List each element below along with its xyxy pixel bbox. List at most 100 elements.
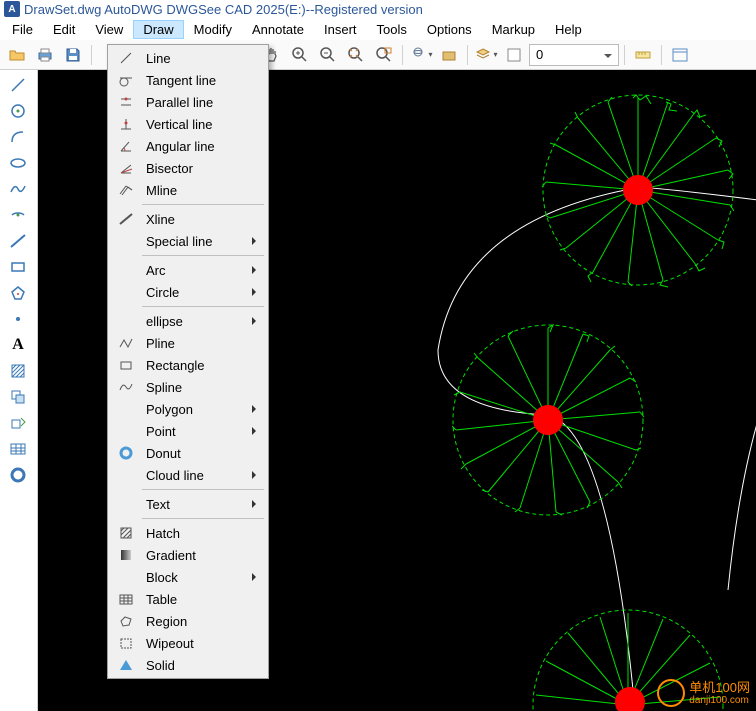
menu-item-label: Point <box>114 424 246 439</box>
zoom-out-button[interactable] <box>315 42 341 68</box>
table-tool[interactable] <box>0 436 36 462</box>
save-button[interactable] <box>60 42 86 68</box>
ellipse-tool[interactable] <box>0 150 36 176</box>
menu-item-polygon[interactable]: Polygon <box>110 398 266 420</box>
xline-tool[interactable] <box>0 228 36 254</box>
text-tool[interactable]: A <box>0 332 36 358</box>
submenu-arrow-icon <box>252 237 260 245</box>
menu-item-gradient[interactable]: Gradient <box>110 544 266 566</box>
measure-button[interactable] <box>630 42 656 68</box>
menu-view[interactable]: View <box>85 20 133 39</box>
menu-item-table[interactable]: Table <box>110 588 266 610</box>
menu-item-label: Cloud line <box>114 468 246 483</box>
menu-item-parallel-line[interactable]: Parallel line <box>110 91 266 113</box>
circle-tool[interactable] <box>0 98 36 124</box>
menu-item-label: Text <box>114 497 246 512</box>
menu-item-label: Vertical line <box>138 117 246 132</box>
menu-insert[interactable]: Insert <box>314 20 367 39</box>
view-button[interactable] <box>436 42 462 68</box>
menu-annotate[interactable]: Annotate <box>242 20 314 39</box>
menu-item-wipeout[interactable]: Wipeout <box>110 632 266 654</box>
menu-draw[interactable]: Draw <box>133 20 183 39</box>
submenu-arrow-icon <box>252 427 260 435</box>
menu-item-angular-line[interactable]: Angular line <box>110 135 266 157</box>
menu-item-block[interactable]: Block <box>110 566 266 588</box>
open-button[interactable] <box>4 42 30 68</box>
menu-item-mline[interactable]: Mline <box>110 179 266 201</box>
insert-block-tool[interactable] <box>0 410 36 436</box>
menu-item-text[interactable]: Text <box>110 493 266 515</box>
spline-tool[interactable] <box>0 176 36 202</box>
menu-item-label: Circle <box>114 285 246 300</box>
zoom-in-button[interactable] <box>287 42 313 68</box>
arc-tool[interactable] <box>0 124 36 150</box>
layer-combo[interactable]: 0 <box>529 44 619 66</box>
menu-item-special-line[interactable]: Special line <box>110 230 266 252</box>
submenu-arrow-icon <box>252 471 260 479</box>
hatch-tool[interactable] <box>0 358 36 384</box>
rect-icon <box>114 355 138 375</box>
menu-edit[interactable]: Edit <box>43 20 85 39</box>
menu-item-region[interactable]: Region <box>110 610 266 632</box>
color-button[interactable] <box>501 42 527 68</box>
line-tool[interactable] <box>0 72 36 98</box>
menu-item-solid[interactable]: Solid <box>110 654 266 676</box>
ellipse-arc-tool[interactable] <box>0 202 36 228</box>
wipeout-icon <box>114 633 138 653</box>
menu-item-label: Donut <box>138 446 246 461</box>
menu-item-label: Special line <box>114 234 246 249</box>
polygon-tool[interactable] <box>0 280 36 306</box>
point-tool[interactable] <box>0 306 36 332</box>
separator <box>91 45 92 65</box>
menu-item-rectangle[interactable]: Rectangle <box>110 354 266 376</box>
print-button[interactable] <box>32 42 58 68</box>
menu-separator <box>142 204 264 205</box>
menu-item-label: Polygon <box>114 402 246 417</box>
app-icon: A <box>4 1 20 17</box>
menu-item-line[interactable]: Line <box>110 47 266 69</box>
line-icon <box>114 48 138 68</box>
menu-item-circle[interactable]: Circle <box>110 281 266 303</box>
menu-modify[interactable]: Modify <box>184 20 242 39</box>
menu-item-vertical-line[interactable]: Vertical line <box>110 113 266 135</box>
menu-item-hatch[interactable]: Hatch <box>110 522 266 544</box>
menu-item-label: Mline <box>138 183 246 198</box>
menu-item-xline[interactable]: Xline <box>110 208 266 230</box>
menu-help[interactable]: Help <box>545 20 592 39</box>
menu-item-bisector[interactable]: Bisector <box>110 157 266 179</box>
menu-item-spline[interactable]: Spline <box>110 376 266 398</box>
menu-item-donut[interactable]: Donut <box>110 442 266 464</box>
menu-markup[interactable]: Markup <box>482 20 545 39</box>
zoom-window-button[interactable] <box>371 42 397 68</box>
menu-item-point[interactable]: Point <box>110 420 266 442</box>
menu-item-pline[interactable]: Pline <box>110 332 266 354</box>
tangent-icon <box>114 70 138 90</box>
submenu-arrow-icon <box>252 317 260 325</box>
menu-item-cloud-line[interactable]: Cloud line <box>110 464 266 486</box>
hatch-icon <box>114 523 138 543</box>
donut-tool[interactable] <box>0 462 36 488</box>
menu-item-label: Hatch <box>138 526 246 541</box>
submenu-arrow-icon <box>252 288 260 296</box>
menu-item-tangent-line[interactable]: Tangent line <box>110 69 266 91</box>
pline-icon <box>114 333 138 353</box>
menu-tools[interactable]: Tools <box>367 20 417 39</box>
titlebar: A DrawSet.dwg AutoDWG DWGSee CAD 2025(E:… <box>0 0 756 18</box>
rectangle-tool[interactable] <box>0 254 36 280</box>
zoom-extents-button[interactable] <box>343 42 369 68</box>
spline-icon <box>114 377 138 397</box>
menu-item-label: Pline <box>138 336 246 351</box>
window-title: DrawSet.dwg AutoDWG DWGSee CAD 2025(E:)-… <box>24 2 423 17</box>
menu-options[interactable]: Options <box>417 20 482 39</box>
menu-item-label: Arc <box>114 263 246 278</box>
menu-item-label: Table <box>138 592 246 607</box>
layer-button[interactable]: ▾ <box>473 42 499 68</box>
menu-item-label: Parallel line <box>138 95 246 110</box>
block-tool[interactable] <box>0 384 36 410</box>
menu-item-ellipse[interactable]: ellipse <box>110 310 266 332</box>
settings-button[interactable] <box>667 42 693 68</box>
menu-item-arc[interactable]: Arc <box>110 259 266 281</box>
menu-file[interactable]: File <box>2 20 43 39</box>
submenu-arrow-icon <box>252 500 260 508</box>
visual-style-button[interactable]: ▾ <box>408 42 434 68</box>
